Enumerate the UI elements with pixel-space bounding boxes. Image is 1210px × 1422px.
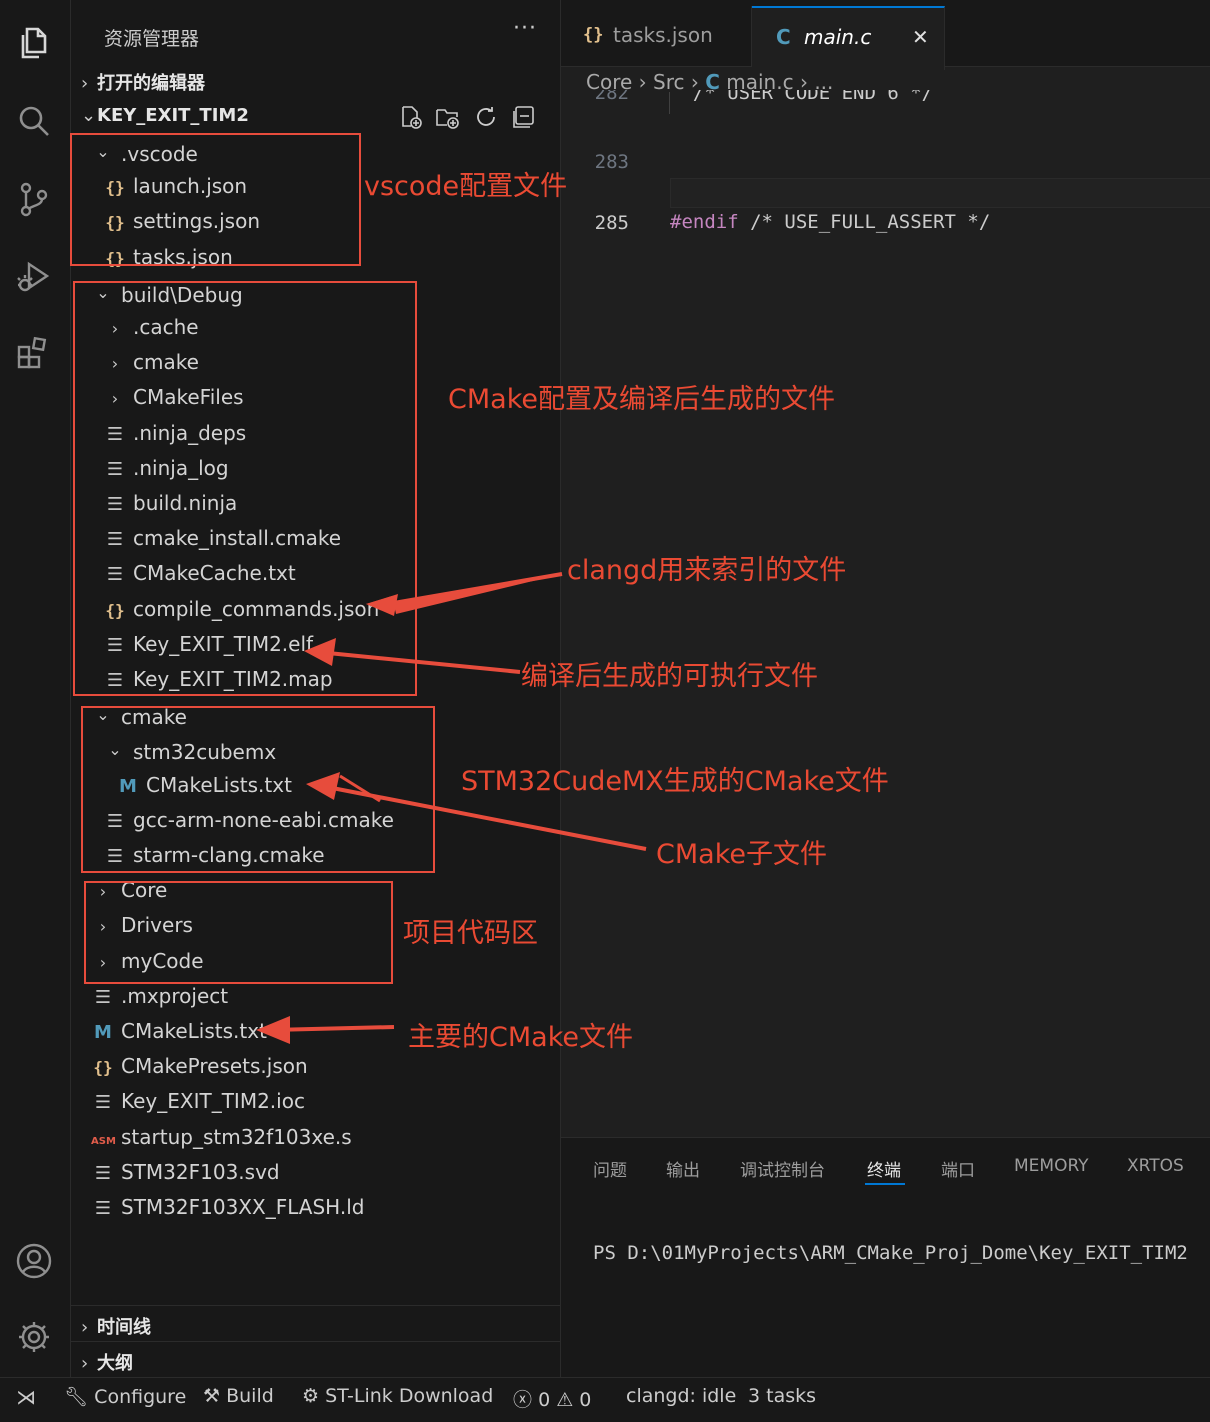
file-lines-icon: ☰ (94, 1163, 112, 1184)
annotation-box (73, 281, 417, 696)
active-tab-indicator (865, 1183, 905, 1185)
code-line-current: 285 (561, 178, 1210, 234)
file-lines-icon: ☰ (94, 1092, 112, 1113)
annotation-stm32: STM32CudeMX生成的CMake文件 (461, 766, 889, 797)
more-actions-button[interactable]: ··· (513, 16, 537, 41)
code-line: 282 /* USER CODE END 6 */ (594, 90, 934, 104)
extensions-icon[interactable] (15, 334, 53, 372)
file-lines-icon: ☰ (94, 1198, 112, 1219)
search-icon[interactable] (15, 102, 53, 140)
download-button[interactable]: ⚙ ST-Link Download (302, 1385, 493, 1407)
sidebar-title: 资源管理器 (104, 28, 200, 50)
warning-icon: ⚠ (556, 1389, 574, 1411)
refresh-icon[interactable] (473, 104, 499, 130)
annotation-exe: 编译后生成的可执行文件 (521, 661, 818, 692)
indent-guide (669, 92, 670, 114)
tree-item[interactable]: M CMakeLists.txt (91, 1014, 267, 1049)
annotation-box (81, 706, 435, 873)
chevron-right-icon: › (81, 73, 89, 94)
annotation-main: 主要的CMake文件 (408, 1022, 633, 1053)
code-line: 284 #endif /* USE_FULL_ASSERT */ (595, 181, 991, 233)
asm-icon: ASM (91, 1136, 116, 1147)
json-icon: {} (583, 25, 604, 45)
close-icon[interactable]: ✕ (912, 8, 929, 66)
status-bar: ⋊ 🔧︎ Configure ⚒ Build ⚙ ST-Link Downloa… (0, 1377, 1210, 1422)
activity-bar (0, 0, 71, 1377)
code-line: 283 } (594, 151, 682, 203)
section-timeline[interactable]: › 时间线 (81, 1313, 151, 1339)
configure-button[interactable]: 🔧︎ Configure (64, 1385, 186, 1408)
json-icon: {} (93, 1058, 113, 1077)
new-file-icon[interactable] (398, 104, 424, 130)
tree-item-label: startup_stm32f103xe.s (121, 1125, 352, 1149)
tree-item[interactable]: ☰ STM32F103.svd (91, 1155, 280, 1190)
section-project[interactable]: ⌄KEY_EXIT_TIM2 (81, 105, 249, 126)
tree-item[interactable]: ☰ Key_EXIT_TIM2.ioc (91, 1084, 305, 1119)
section-open-editors[interactable]: › 打开的编辑器 (81, 69, 205, 95)
tab-tasks-json[interactable]: {} tasks.json (561, 6, 752, 66)
tree-item-label: Key_EXIT_TIM2.ioc (121, 1089, 305, 1113)
tree-item-label: STM32F103.svd (121, 1160, 280, 1184)
annotation-sub: CMake子文件 (656, 839, 827, 870)
run-debug-icon[interactable] (15, 258, 53, 296)
tree-item[interactable]: ASM startup_stm32f103xe.s (91, 1120, 352, 1155)
explorer-icon[interactable] (15, 24, 53, 62)
section-outline[interactable]: › 大纲 (81, 1349, 133, 1375)
panel-tab-output[interactable]: 输出 (666, 1156, 700, 1181)
tree-item-label: CMakeLists.txt (121, 1019, 267, 1043)
tab-main-c[interactable]: C main.c ✕ (752, 6, 945, 70)
panel-tab-xrtos[interactable]: XRTOS (1127, 1156, 1184, 1176)
tasks-status[interactable]: 3 tasks (748, 1385, 816, 1407)
divider (71, 1341, 560, 1342)
tree-item-label: .mxproject (121, 984, 229, 1008)
annotation-cmake-build: CMake配置及编译后生成的文件 (448, 384, 835, 415)
wrench-icon: 🔧︎ (64, 1386, 89, 1408)
account-icon[interactable] (15, 1242, 53, 1280)
terminal-output[interactable]: PS D:\01MyProjects\ARM_CMake_Proj_Dome\K… (593, 1242, 1188, 1264)
panel-tab-problems[interactable]: 问题 (593, 1156, 627, 1181)
source-control-icon[interactable] (15, 180, 53, 218)
remote-icon[interactable]: ⋊ (16, 1385, 36, 1409)
annotation-vscode: vscode配置文件 (364, 171, 568, 202)
cmake-icon: M (94, 1022, 112, 1043)
bottom-panel: 问题 输出 调试控制台 终端 端口 MEMORY XRTOS PS D:\01M… (561, 1137, 1210, 1378)
tree-item[interactable]: {} CMakePresets.json (91, 1049, 308, 1084)
panel-tab-terminal[interactable]: 终端 (867, 1156, 901, 1181)
annotation-box (70, 133, 361, 266)
collapse-all-icon[interactable] (511, 104, 537, 130)
settings-icon[interactable] (15, 1318, 53, 1356)
annotation-clangd: clangd用来索引的文件 (567, 555, 847, 586)
panel-tab-ports[interactable]: 端口 (941, 1156, 975, 1181)
gear-icon: ⚙ (302, 1385, 320, 1407)
tree-item[interactable]: ☰ STM32F103XX_FLASH.ld (91, 1190, 365, 1225)
tab-label: main.c (804, 25, 872, 49)
build-icon: ⚒ (203, 1385, 221, 1407)
tab-label: tasks.json (613, 23, 713, 47)
build-button[interactable]: ⚒ Build (203, 1385, 274, 1407)
file-lines-icon: ☰ (94, 987, 112, 1008)
annotation-box (84, 881, 393, 984)
c-file-icon: C (776, 25, 791, 49)
divider (71, 1305, 560, 1306)
tree-item-label: STM32F103XX_FLASH.ld (121, 1195, 365, 1219)
annotation-code: 项目代码区 (403, 918, 538, 949)
problems-indicator[interactable]: ⓧ 0 ⚠ 0 (513, 1385, 591, 1412)
panel-tab-debug-console[interactable]: 调试控制台 (740, 1156, 825, 1181)
chevron-right-icon: › (81, 1317, 89, 1338)
editor-tab-bar: {} tasks.json C main.c ✕ (561, 0, 1210, 70)
tree-item-label: CMakePresets.json (121, 1054, 308, 1078)
clangd-status[interactable]: clangd: idle (626, 1385, 736, 1407)
chevron-down-icon: ⌄ (81, 105, 97, 126)
error-icon: ⓧ (513, 1389, 533, 1411)
tree-item[interactable]: ☰ .mxproject (91, 979, 228, 1014)
new-folder-icon[interactable] (435, 104, 461, 130)
panel-tab-memory[interactable]: MEMORY (1014, 1156, 1089, 1176)
chevron-right-icon: › (81, 1353, 89, 1374)
